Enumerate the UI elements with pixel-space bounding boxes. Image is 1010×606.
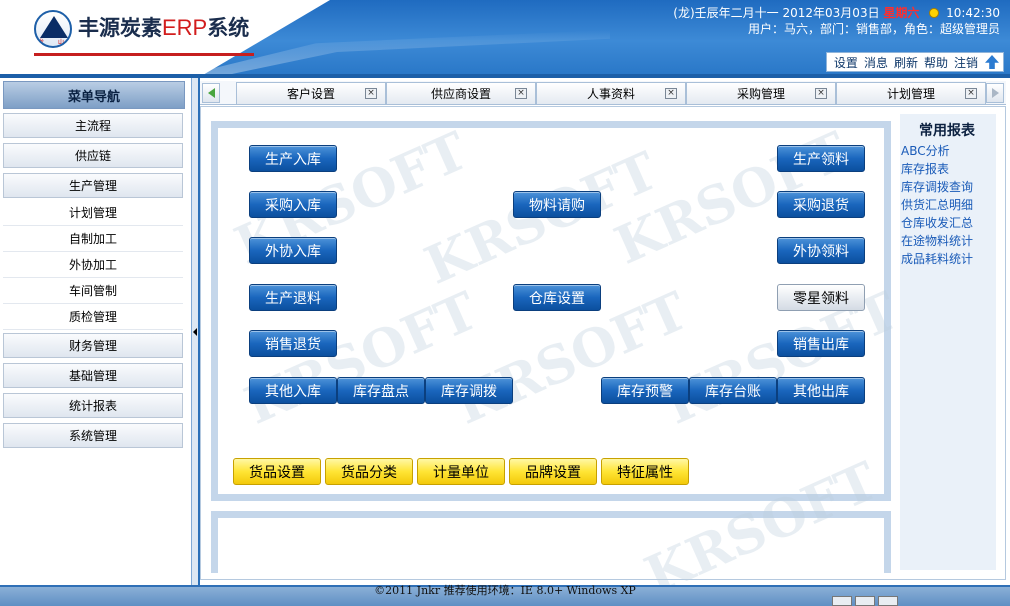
sidebar-item-production[interactable]: 生产管理 — [3, 173, 183, 198]
arrow-right-icon — [991, 88, 999, 98]
sidebar: 菜单导航 主流程 供应链 生产管理 计划管理 自制加工 外协加工 车间管制 质检… — [0, 78, 192, 585]
sidebar-item-finance[interactable]: 财务管理 — [3, 333, 183, 358]
sidebar-item-reports[interactable]: 统计报表 — [3, 393, 183, 418]
report-link-in-transit[interactable]: 在途物料统计 — [901, 232, 973, 249]
secondary-panel: KRSOFT — [211, 450, 891, 606]
production-return-button[interactable]: 生产退料 — [249, 284, 337, 311]
close-icon[interactable]: × — [815, 88, 827, 99]
sidebar-subitem-workshop[interactable]: 车间管制 — [3, 278, 183, 304]
sidebar-item-basic[interactable]: 基础管理 — [3, 363, 183, 388]
report-link-transfer-query[interactable]: 库存调拨查询 — [901, 178, 973, 195]
logo-subtext: 龙 山 — [38, 39, 70, 46]
refresh-link[interactable]: 刷新 — [894, 54, 918, 71]
stock-alert-button[interactable]: 库存预警 — [601, 377, 689, 404]
tray-icon — [832, 596, 852, 606]
tray-icon — [878, 596, 898, 606]
arrow-up-icon[interactable] — [985, 55, 999, 69]
purchase-return-button[interactable]: 采购退货 — [777, 191, 865, 218]
datetime-line: (龙)壬辰年二月十一 2012年03月03日 星期六 10:42:30 — [673, 5, 1000, 21]
app-logo: 龙 山 丰源炭素ERP系统 — [34, 10, 249, 48]
weekday: 星期六 — [883, 6, 920, 20]
stocktake-button[interactable]: 库存盘点 — [337, 377, 425, 404]
tab-label: 人事资料 — [586, 87, 635, 101]
outsource-picking-button[interactable]: 外协领料 — [777, 237, 865, 264]
collapse-arrow-icon — [193, 328, 197, 336]
sidebar-title: 菜单导航 — [3, 81, 185, 109]
app-title-suffix: 系统 — [207, 15, 250, 40]
report-link-stock[interactable]: 库存报表 — [901, 160, 949, 177]
sidebar-collapse-handle[interactable] — [192, 78, 200, 585]
report-link-warehouse-summary[interactable]: 仓库收发汇总 — [901, 214, 973, 231]
production-picking-button[interactable]: 生产领料 — [777, 145, 865, 172]
brand-settings-button[interactable]: 品牌设置 — [509, 458, 597, 485]
tab-purchase[interactable]: 采购管理 × — [686, 82, 836, 104]
feature-attributes-button[interactable]: 特征属性 — [601, 458, 689, 485]
sidebar-subitem-quality[interactable]: 质检管理 — [3, 304, 183, 330]
tab-supplier-settings[interactable]: 供应商设置 × — [386, 82, 536, 104]
tab-plan[interactable]: 计划管理 × — [836, 82, 986, 104]
user-info: 用户：马六，部门：销售部，角色：超级管理员 — [747, 22, 1000, 36]
header-info: (龙)壬辰年二月十一 2012年03月03日 星期六 10:42:30 用户：马… — [673, 5, 1000, 37]
outsource-inbound-button[interactable]: 外协入库 — [249, 237, 337, 264]
app-title: 丰源炭素ERP系统 — [78, 12, 249, 48]
stock-ledger-button[interactable]: 库存台账 — [689, 377, 777, 404]
settings-link[interactable]: 设置 — [834, 54, 858, 71]
close-icon[interactable]: × — [365, 88, 377, 99]
sidebar-subitem-plan[interactable]: 计划管理 — [3, 200, 183, 226]
close-icon[interactable]: × — [515, 88, 527, 99]
mountain-logo-icon: 龙 山 — [34, 10, 72, 48]
reports-title: 常用报表 — [919, 123, 975, 139]
production-inbound-button[interactable]: 生产入库 — [249, 145, 337, 172]
tab-label: 计划管理 — [886, 87, 935, 101]
footer-text: ©2011 Jnkr 推荐使用环境：IE 8.0+ Windows XP — [374, 584, 636, 597]
sidebar-item-system[interactable]: 系统管理 — [3, 423, 183, 448]
current-time: 10:42:30 — [946, 6, 1000, 20]
sidebar-subitem-self-process[interactable]: 自制加工 — [3, 226, 183, 252]
tab-label: 供应商设置 — [430, 87, 491, 101]
tab-hr[interactable]: 人事资料 × — [536, 82, 686, 104]
help-link[interactable]: 帮助 — [924, 54, 948, 71]
tab-bar: 客户设置 × 供应商设置 × 人事资料 × 采购管理 × 计划管理 × — [200, 81, 1006, 105]
current-date: 2012年03月03日 — [782, 6, 880, 20]
tab-label: 采购管理 — [736, 87, 785, 101]
warehouse-settings-button[interactable]: 仓库设置 — [513, 284, 601, 311]
other-outbound-button[interactable]: 其他出库 — [777, 377, 865, 404]
goods-settings-button[interactable]: 货品设置 — [233, 458, 321, 485]
tray-icon — [855, 596, 875, 606]
sidebar-item-supply-chain[interactable]: 供应链 — [3, 143, 183, 168]
logo-underline — [34, 53, 254, 56]
messages-link[interactable]: 消息 — [864, 54, 888, 71]
goods-category-button[interactable]: 货品分类 — [325, 458, 413, 485]
tab-scroll-right-button[interactable] — [986, 83, 1004, 103]
stock-transfer-button[interactable]: 库存调拨 — [425, 377, 513, 404]
sidebar-item-main-flow[interactable]: 主流程 — [3, 113, 183, 138]
report-link-product-consumption[interactable]: 成品耗料统计 — [901, 250, 973, 267]
tab-scroll-left-button[interactable] — [202, 83, 220, 103]
status-tray — [832, 596, 907, 606]
material-requisition-button[interactable]: 物料请购 — [513, 191, 601, 218]
report-link-abc[interactable]: ABC分析 — [901, 142, 950, 159]
sales-return-button[interactable]: 销售退货 — [249, 330, 337, 357]
logout-link[interactable]: 注销 — [954, 54, 978, 71]
warehouse-flow-panel: KRSOFT KRSOFT KRSOFT KRSOFT KRSOFT KRSOF… — [211, 120, 907, 501]
close-icon[interactable]: × — [965, 88, 977, 99]
app-title-cn: 丰源炭素 — [78, 15, 162, 40]
report-link-supply-summary[interactable]: 供货汇总明细 — [901, 196, 973, 213]
arrow-left-icon — [207, 88, 215, 98]
tab-label: 客户设置 — [286, 87, 335, 101]
header-toolbar: 设置 消息 刷新 帮助 注销 — [825, 52, 1004, 72]
purchase-inbound-button[interactable]: 采购入库 — [249, 191, 337, 218]
misc-picking-button[interactable]: 零星领料 — [777, 284, 865, 311]
sidebar-subitem-outsource[interactable]: 外协加工 — [3, 252, 183, 278]
sales-outbound-button[interactable]: 销售出库 — [777, 330, 865, 357]
close-icon[interactable]: × — [665, 88, 677, 99]
clock-icon — [929, 8, 940, 18]
other-inbound-button[interactable]: 其他入库 — [249, 377, 337, 404]
unit-of-measure-button[interactable]: 计量单位 — [417, 458, 505, 485]
lunar-date: (龙)壬辰年二月十一 — [673, 6, 779, 20]
watermark: KRSOFT — [416, 140, 667, 297]
app-title-erp: ERP — [162, 15, 208, 40]
tab-customer-settings[interactable]: 客户设置 × — [236, 82, 386, 104]
